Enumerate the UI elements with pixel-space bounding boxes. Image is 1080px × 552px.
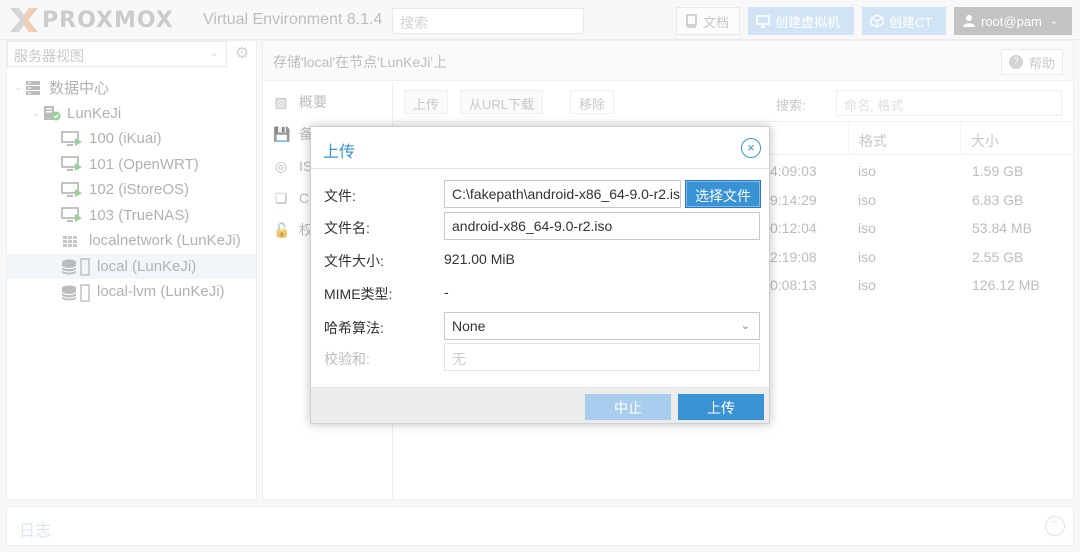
file-path-field[interactable]: C:\fakepath\android-x86_64-9.0-r2.iso: [444, 180, 681, 208]
filesize-row: 文件大小: 921.00 MiB: [311, 245, 769, 273]
filesize-value: 921.00 MiB: [444, 251, 515, 267]
upload-submit-button[interactable]: 上传: [678, 394, 764, 420]
hash-algorithm-value: None: [452, 318, 486, 334]
chevron-down-icon: ⌄: [740, 320, 750, 332]
mime-value: -: [444, 284, 449, 300]
mime-label: MIME类型:: [324, 286, 393, 302]
filename-row: 文件名: android-x86_64-9.0-r2.iso: [311, 212, 769, 240]
hash-row: 哈希算法: None ⌄: [311, 312, 769, 340]
file-row: 文件: C:\fakepath\android-x86_64-9.0-r2.is…: [311, 180, 769, 208]
checksum-label: 校验和:: [324, 351, 370, 367]
choose-file-button[interactable]: 选择文件: [685, 180, 761, 208]
filename-label: 文件名:: [324, 220, 370, 236]
close-icon[interactable]: ×: [741, 138, 761, 158]
checksum-field[interactable]: 无: [444, 343, 760, 371]
filesize-label: 文件大小:: [324, 253, 384, 269]
mime-row: MIME类型: -: [311, 278, 769, 306]
abort-button[interactable]: 中止: [585, 394, 671, 420]
dialog-title: 上传: [323, 144, 356, 161]
dialog-footer: 中止 上传: [311, 387, 769, 423]
filename-field[interactable]: android-x86_64-9.0-r2.iso: [444, 212, 760, 240]
file-label: 文件:: [324, 188, 356, 204]
dialog-header: 上传 ×: [311, 127, 769, 169]
checksum-row: 校验和: 无: [311, 343, 769, 371]
upload-dialog: 上传 × 文件: C:\fakepath\android-x86_64-9.0-…: [310, 126, 770, 424]
hash-algorithm-select[interactable]: None ⌄: [444, 312, 760, 340]
hash-label: 哈希算法:: [324, 320, 384, 336]
